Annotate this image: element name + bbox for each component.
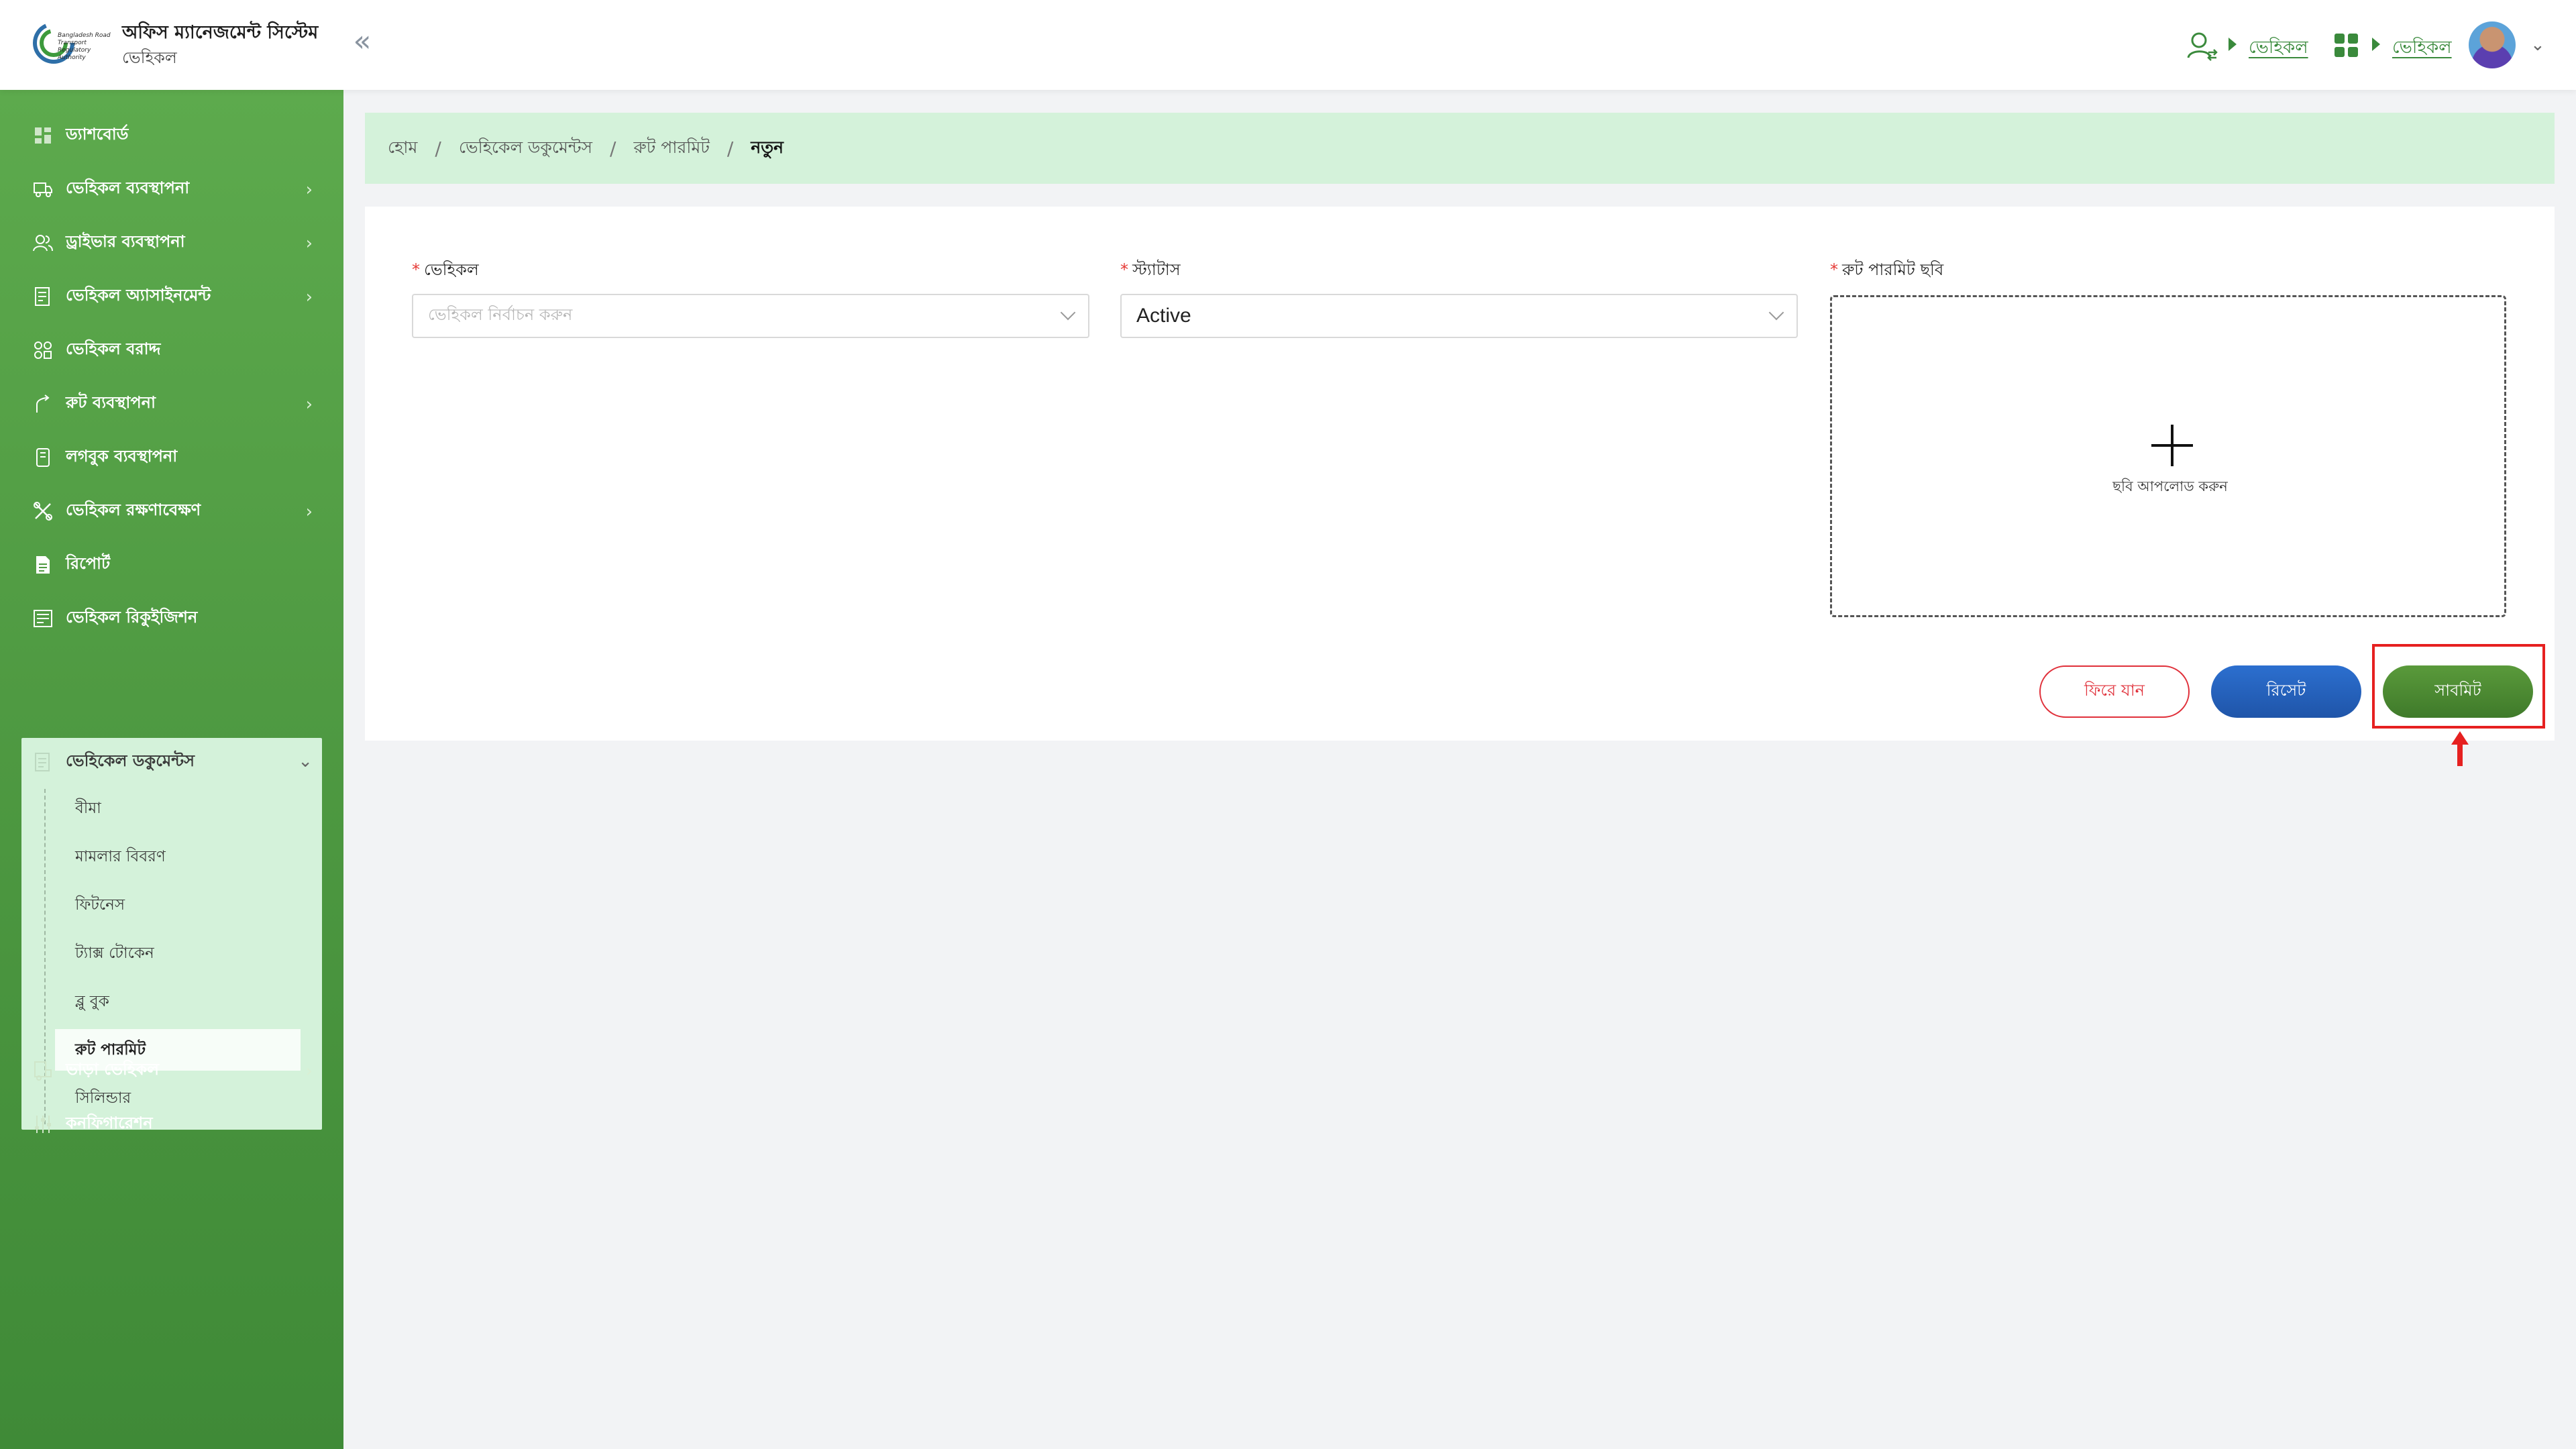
requisition-icon	[31, 606, 55, 631]
sidebar-item-label: ভেহিকল বরাদ্দ	[66, 339, 161, 358]
user-avatar[interactable]	[2469, 21, 2516, 68]
logo-org-text: Bangladesh Road Transport Regulatory Aut…	[58, 32, 111, 61]
app-subtitle: ভেহিকল	[122, 48, 177, 67]
chevron-right-icon: ›	[305, 394, 313, 415]
plus-icon	[2151, 425, 2193, 466]
documents-icon	[31, 750, 55, 774]
annotation-arrow-up-icon	[2451, 731, 2469, 766]
breadcrumb-separator: /	[727, 137, 734, 160]
sidebar-item-rental-vehicle[interactable]: ভাড়া ভেহিকল ›	[21, 1046, 322, 1095]
chevron-right-icon: ›	[305, 502, 313, 522]
breadcrumb-arrow-icon	[2372, 38, 2380, 51]
status-field-label: * স্ট্যাটাস	[1120, 260, 1181, 279]
sidebar-item-vehicle-documents[interactable]: ভেহিকেল ডকুমেন্টস ⌄	[21, 738, 322, 786]
sidebar-item-label: ভেহিকল রিকুইজিশন	[66, 608, 198, 627]
sidebar-item-label: ড্যাশবোর্ড	[66, 125, 129, 144]
vehicle-select[interactable]: ভেহিকল নির্বাচন করুন	[412, 294, 1089, 338]
sidebar-item-label: কনফিগারেশন	[66, 1114, 153, 1132]
users-icon	[31, 231, 55, 255]
clipboard-icon	[31, 284, 55, 309]
user-switch-icon[interactable]	[2186, 30, 2219, 63]
sidebar-item-vehicle-requisition[interactable]: ভেহিকল রিকুইজিশন	[21, 594, 322, 643]
breadcrumb-current: নতুন	[751, 137, 784, 157]
rental-vehicle-icon	[31, 1059, 55, 1083]
status-select[interactable]: Active	[1120, 294, 1798, 338]
submenu-item-case-details[interactable]: মামলার বিবরণ	[55, 836, 301, 877]
sidebar-item-label: ভেহিকল রক্ষণাবেক্ষণ	[66, 500, 201, 519]
tools-icon	[31, 499, 55, 523]
upload-text: ছবি আপলোড করুন	[2112, 478, 2228, 494]
truck-icon	[31, 177, 55, 201]
sidebar-item-vehicle-assignment[interactable]: ভেহিকল অ্যাসাইনমেন্ট ›	[21, 272, 322, 321]
sidebar: ড্যাশবোর্ড ভেহিকল ব্যবস্থাপনা › ড্রাইভার…	[0, 90, 343, 1449]
submenu-item-fitness[interactable]: ফিটনেস	[55, 884, 301, 926]
sidebar-item-report[interactable]: রিপোর্ট	[21, 541, 322, 589]
sidebar-item-logbook-management[interactable]: লগবুক ব্যবস্থাপনা	[21, 433, 322, 482]
reset-button[interactable]: রিসেট	[2211, 665, 2361, 718]
breadcrumb-separator: /	[610, 137, 616, 160]
sidebar-item-vehicle-maintenance[interactable]: ভেহিকল রক্ষণাবেক্ষণ ›	[21, 487, 322, 535]
chevron-right-icon: ›	[305, 233, 313, 254]
collapse-sidebar-icon[interactable]: «	[349, 27, 376, 56]
allocation-icon	[31, 338, 55, 362]
sidebar-item-label: রিপোর্ট	[66, 554, 111, 573]
app-title: অফিস ম্যানেজমেন্ট সিস্টেম	[122, 22, 319, 43]
breadcrumb-arrow-icon	[2229, 38, 2237, 51]
chevron-right-icon: ›	[305, 180, 313, 200]
image-upload-dropzone[interactable]: ছবি আপলোড করুন	[1830, 295, 2506, 617]
header-link-vehicle-1[interactable]: ভেহিকল	[2249, 34, 2308, 63]
chevron-right-icon: ›	[305, 287, 313, 307]
apps-grid-icon[interactable]	[2333, 32, 2360, 59]
sidebar-item-label: ভেহিকল অ্যাসাইনমেন্ট	[66, 286, 211, 305]
back-button[interactable]: ফিরে যান	[2039, 665, 2190, 718]
top-header: Bangladesh Road Transport Regulatory Aut…	[0, 0, 2576, 90]
status-select-value: Active	[1136, 305, 1191, 327]
sliders-icon	[31, 1112, 55, 1136]
chevron-down-icon: ⌄	[298, 751, 313, 771]
sidebar-item-label: ভেহিকেল ডকুমেন্টস	[66, 751, 195, 770]
brtra-logo: Bangladesh Road Transport Regulatory Aut…	[31, 19, 111, 70]
sidebar-item-label: ড্রাইভার ব্যবস্থাপনা	[66, 232, 185, 251]
chevron-down-icon	[1060, 305, 1076, 321]
sidebar-item-driver-management[interactable]: ড্রাইভার ব্যবস্থাপনা ›	[21, 219, 322, 267]
dashboard-icon	[31, 123, 55, 148]
submit-button[interactable]: সাবমিট	[2383, 665, 2533, 718]
sidebar-item-label: রুট ব্যবস্থাপনা	[66, 393, 156, 412]
sidebar-item-label: ভাড়া ভেহিকল	[66, 1060, 160, 1079]
sidebar-item-configuration[interactable]: কনফিগারেশন	[21, 1100, 322, 1148]
report-icon	[31, 553, 55, 577]
sidebar-item-label: লগবুক ব্যবস্থাপনা	[66, 447, 178, 466]
header-link-vehicle-2[interactable]: ভেহিকল	[2392, 34, 2452, 63]
chevron-down-icon[interactable]: ⌄	[2530, 35, 2545, 55]
logbook-icon	[31, 445, 55, 470]
breadcrumb: হোম / ভেহিকেল ডকুমেন্টস / রুট পারমিট / ন…	[365, 113, 2555, 184]
route-icon	[31, 392, 55, 416]
vehicle-select-placeholder: ভেহিকল নির্বাচন করুন	[428, 305, 573, 324]
sidebar-item-vehicle-management[interactable]: ভেহিকল ব্যবস্থাপনা ›	[21, 165, 322, 213]
submenu-item-insurance[interactable]: বীমা	[55, 788, 301, 829]
breadcrumb-vehicle-documents[interactable]: ভেহিকেল ডকুমেন্টস	[459, 134, 592, 163]
submenu-item-tax-token[interactable]: ট্যাক্স টোকেন	[55, 932, 301, 974]
sidebar-item-route-management[interactable]: রুট ব্যবস্থাপনা ›	[21, 380, 322, 428]
chevron-right-icon: ›	[305, 1061, 313, 1081]
breadcrumb-route-permit[interactable]: রুট পারমিট	[633, 134, 709, 163]
chevron-down-icon	[1768, 305, 1784, 321]
breadcrumb-home[interactable]: হোম	[388, 134, 417, 163]
vehicle-field-label: * ভেহিকল	[412, 260, 479, 279]
sidebar-item-dashboard[interactable]: ড্যাশবোর্ড	[21, 111, 322, 160]
sidebar-item-vehicle-allocation[interactable]: ভেহিকল বরাদ্দ	[21, 326, 322, 374]
route-permit-image-label: * রুট পারমিট ছবি	[1830, 260, 1944, 279]
sidebar-item-label: ভেহিকল ব্যবস্থাপনা	[66, 178, 190, 197]
submenu-item-blue-book[interactable]: ব্লু বুক	[55, 981, 301, 1022]
breadcrumb-separator: /	[435, 137, 441, 160]
